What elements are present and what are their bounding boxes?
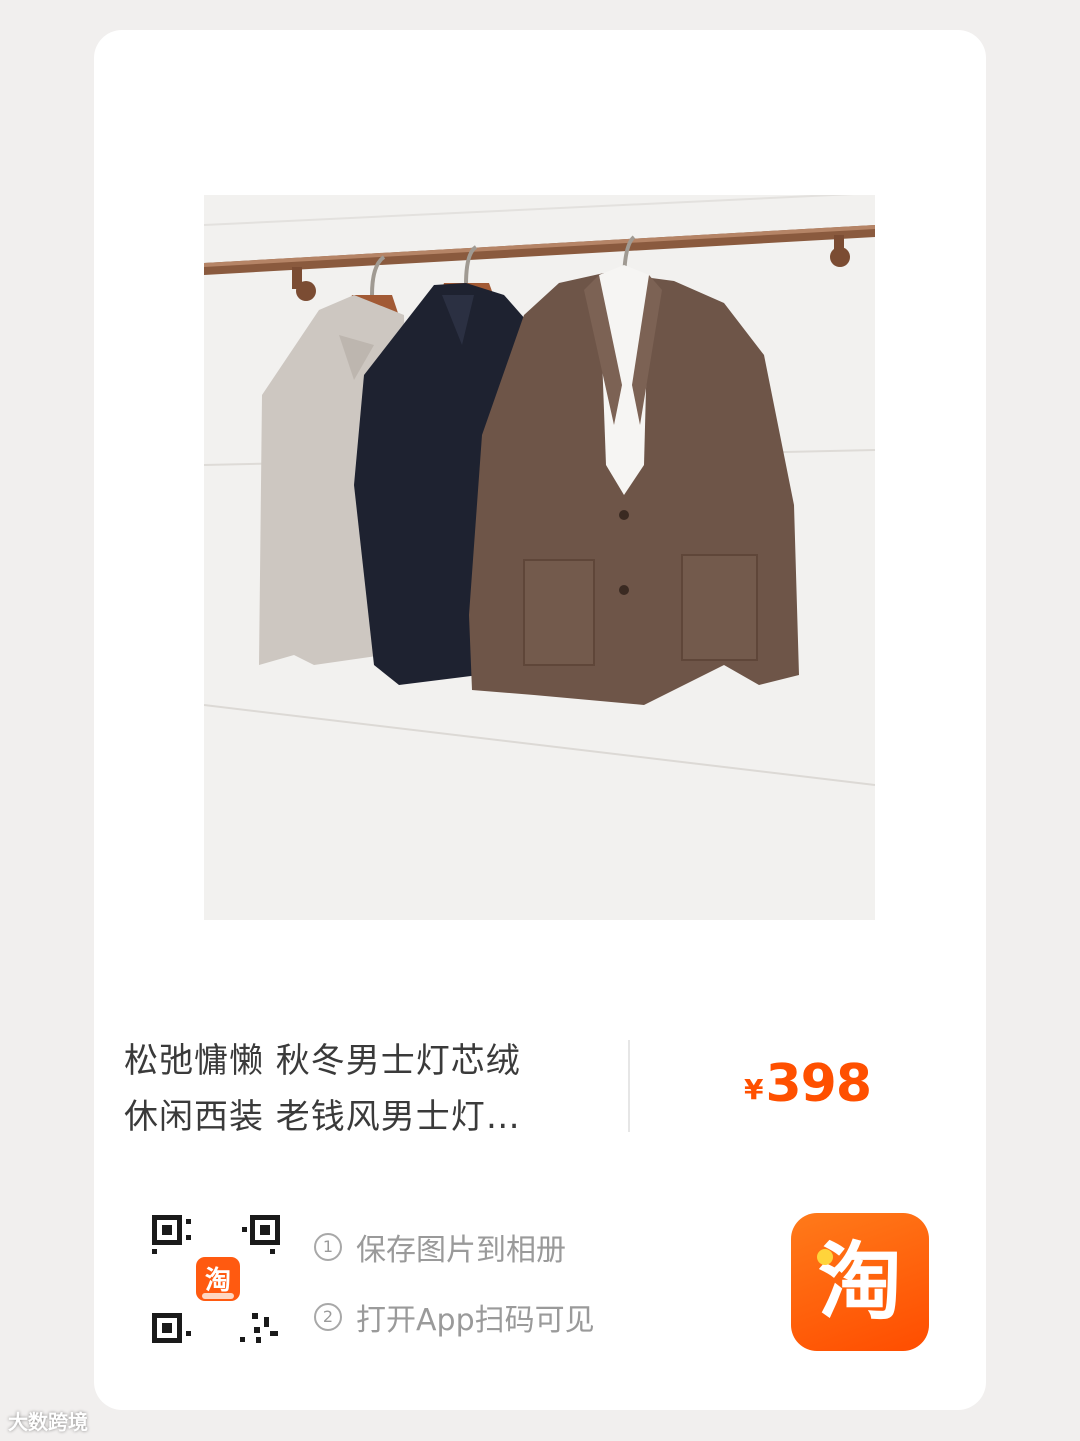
product-image[interactable] [204, 195, 875, 920]
divider [628, 1040, 630, 1132]
taobao-logo-icon[interactable]: 淘 [791, 1213, 929, 1351]
step-open-app-text: 打开App扫码可见 [356, 1303, 595, 1338]
product-price: ¥398 [744, 1054, 872, 1114]
product-title[interactable]: 松弛慵懒 秋冬男士灯芯绒 休闲西装 老钱风男士灯… [124, 1033, 594, 1145]
product-title-line1: 松弛慵懒 秋冬男士灯芯绒 [124, 1041, 521, 1081]
product-title-line2: 休闲西装 老钱风男士灯… [124, 1097, 521, 1137]
step-save-image-text: 保存图片到相册 [356, 1233, 566, 1268]
price-amount: 398 [765, 1054, 872, 1114]
step-number-2: 2 [314, 1303, 342, 1331]
step-open-app: 2 打开App扫码可见 [314, 1295, 595, 1339]
taobao-logo-glyph: 淘 [817, 1233, 902, 1331]
step-number-1: 1 [314, 1233, 342, 1261]
svg-text:淘: 淘 [205, 1266, 231, 1296]
qr-code-icon[interactable]: 淘 [150, 1213, 284, 1347]
watermark-text: 大数跨境 [8, 1410, 88, 1434]
share-instructions: 1 保存图片到相册 2 打开App扫码可见 [314, 1225, 595, 1365]
watermark: 大数跨境 [8, 1406, 88, 1435]
price-currency: ¥ [744, 1073, 764, 1106]
taobao-logo-dot [817, 1249, 833, 1265]
product-share-card: 松弛慵懒 秋冬男士灯芯绒 休闲西装 老钱风男士灯… ¥398 淘 1 保存图片到… [94, 30, 986, 1410]
step-save-image: 1 保存图片到相册 [314, 1225, 595, 1269]
